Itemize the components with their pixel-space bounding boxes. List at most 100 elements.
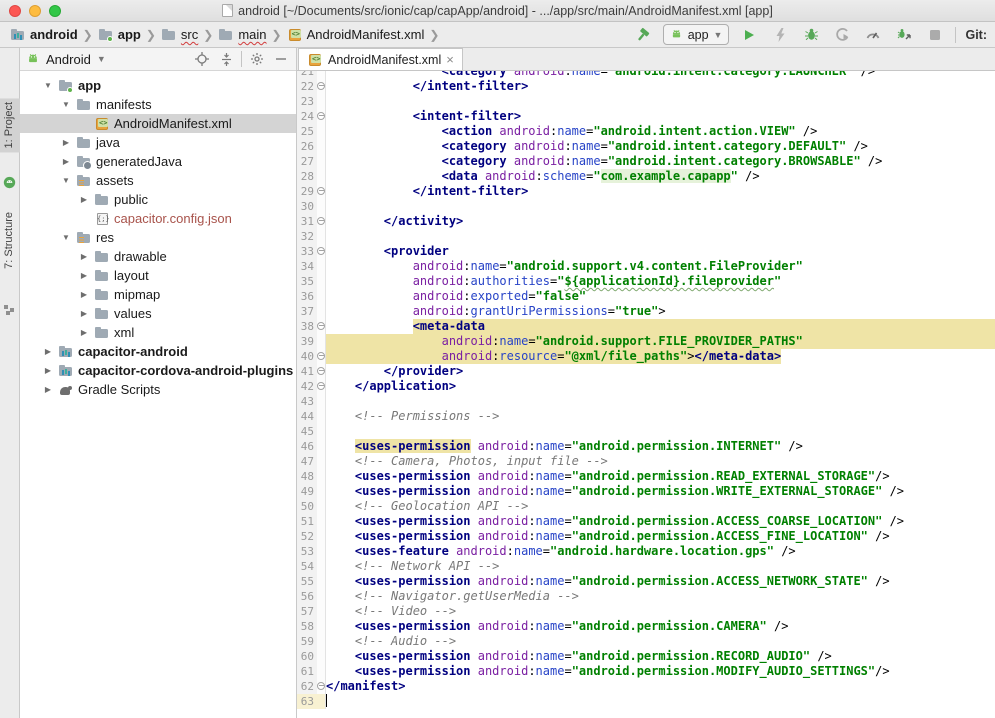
fold-marker-icon[interactable]: − <box>317 367 325 375</box>
code-line-54[interactable]: 54 <!-- Network API --> <box>297 559 995 574</box>
code-line-63[interactable]: 63 <box>297 694 995 709</box>
code-line-40[interactable]: 40− android:resource="@xml/file_paths"><… <box>297 349 995 364</box>
tree-expand-arrow-icon[interactable]: ▼ <box>42 81 54 90</box>
tree-item-capacitor-android[interactable]: ▶capacitor-android <box>20 342 296 361</box>
code-line-30[interactable]: 30 <box>297 199 995 214</box>
code-line-23[interactable]: 23 <box>297 94 995 109</box>
structure-tool-window-button[interactable]: 7: Structure <box>0 208 20 273</box>
profile-button[interactable] <box>831 25 853 45</box>
code-line-41[interactable]: 41− </provider> <box>297 364 995 379</box>
hide-panel-button[interactable] <box>272 50 290 68</box>
code-line-49[interactable]: 49 <uses-permission android:name="androi… <box>297 484 995 499</box>
breadcrumb-item-main[interactable]: main <box>216 26 268 44</box>
tree-expand-arrow-icon[interactable]: ▶ <box>42 347 54 356</box>
tree-expand-arrow-icon[interactable]: ▶ <box>78 309 90 318</box>
tree-expand-arrow-icon[interactable]: ▶ <box>78 252 90 261</box>
code-line-57[interactable]: 57 <!-- Video --> <box>297 604 995 619</box>
tree-item-assets[interactable]: ▼assets <box>20 171 296 190</box>
tree-item-xml[interactable]: ▶xml <box>20 323 296 342</box>
tree-item-java[interactable]: ▶java <box>20 133 296 152</box>
close-tab-icon[interactable]: × <box>446 53 454 66</box>
fold-marker-icon[interactable]: − <box>317 247 325 255</box>
code-line-58[interactable]: 58 <uses-permission android:name="androi… <box>297 619 995 634</box>
project-tool-window-button[interactable]: 1: Project <box>0 98 20 152</box>
tree-expand-arrow-icon[interactable]: ▼ <box>60 100 72 109</box>
tree-expand-arrow-icon[interactable]: ▼ <box>60 233 72 242</box>
profiler-button[interactable] <box>862 25 884 45</box>
code-line-27[interactable]: 27 <category android:name="android.inten… <box>297 154 995 169</box>
code-line-38[interactable]: 38− <meta-data <box>297 319 995 334</box>
code-line-29[interactable]: 29− </intent-filter> <box>297 184 995 199</box>
code-line-44[interactable]: 44 <!-- Permissions --> <box>297 409 995 424</box>
breadcrumb-item-android[interactable]: android <box>8 26 80 44</box>
fold-marker-icon[interactable]: − <box>317 382 325 390</box>
breadcrumb-item-app[interactable]: app <box>96 26 143 44</box>
breadcrumb-item-androidmanifest-xml[interactable]: AndroidManifest.xml <box>285 26 427 44</box>
attach-debugger-button[interactable] <box>893 25 915 45</box>
code-line-26[interactable]: 26 <category android:name="android.inten… <box>297 139 995 154</box>
fold-marker-icon[interactable]: − <box>317 187 325 195</box>
tree-item-gradle-scripts[interactable]: ▶Gradle Scripts <box>20 380 296 399</box>
code-line-59[interactable]: 59 <!-- Audio --> <box>297 634 995 649</box>
fold-marker-icon[interactable]: − <box>317 82 325 90</box>
fold-marker-icon[interactable]: − <box>317 217 325 225</box>
code-line-22[interactable]: 22− </intent-filter> <box>297 79 995 94</box>
debug-button[interactable] <box>800 25 822 45</box>
zoom-window-button[interactable] <box>49 5 61 17</box>
collapse-all-button[interactable] <box>217 50 235 68</box>
code-line-55[interactable]: 55 <uses-permission android:name="androi… <box>297 574 995 589</box>
tree-expand-arrow-icon[interactable]: ▶ <box>42 385 54 394</box>
code-line-24[interactable]: 24− <intent-filter> <box>297 109 995 124</box>
tree-expand-arrow-icon[interactable]: ▶ <box>42 366 54 375</box>
code-line-39[interactable]: 39 android:name="android.support.FILE_PR… <box>297 334 995 349</box>
locate-file-button[interactable] <box>193 50 211 68</box>
tree-item-manifests[interactable]: ▼manifests <box>20 95 296 114</box>
tree-item-drawable[interactable]: ▶drawable <box>20 247 296 266</box>
code-line-37[interactable]: 37 android:grantUriPermissions="true"> <box>297 304 995 319</box>
code-line-33[interactable]: 33− <provider <box>297 244 995 259</box>
tree-expand-arrow-icon[interactable]: ▶ <box>78 328 90 337</box>
build-button[interactable] <box>632 25 654 45</box>
tree-item-generatedjava[interactable]: ▶generatedJava <box>20 152 296 171</box>
code-line-36[interactable]: 36 android:exported="false" <box>297 289 995 304</box>
code-line-61[interactable]: 61 <uses-permission android:name="androi… <box>297 664 995 679</box>
tree-expand-arrow-icon[interactable]: ▶ <box>60 138 72 147</box>
code-line-45[interactable]: 45 <box>297 424 995 439</box>
tree-expand-arrow-icon[interactable]: ▼ <box>60 176 72 185</box>
tree-item-layout[interactable]: ▶layout <box>20 266 296 285</box>
tree-item-mipmap[interactable]: ▶mipmap <box>20 285 296 304</box>
code-line-50[interactable]: 50 <!-- Geolocation API --> <box>297 499 995 514</box>
code-line-53[interactable]: 53 <uses-feature android:name="android.h… <box>297 544 995 559</box>
code-line-51[interactable]: 51 <uses-permission android:name="androi… <box>297 514 995 529</box>
run-button[interactable] <box>738 25 760 45</box>
code-line-62[interactable]: 62−</manifest> <box>297 679 995 694</box>
tree-item-capacitor-cordova-android-plugins[interactable]: ▶capacitor-cordova-android-plugins <box>20 361 296 380</box>
stop-button[interactable] <box>924 25 946 45</box>
code-line-25[interactable]: 25 <action android:name="android.intent.… <box>297 124 995 139</box>
fold-marker-icon[interactable]: − <box>317 352 325 360</box>
tree-item-capacitor-config-json[interactable]: capacitor.config.json <box>20 209 296 228</box>
tree-item-res[interactable]: ▼res <box>20 228 296 247</box>
close-window-button[interactable] <box>9 5 21 17</box>
code-line-42[interactable]: 42− </application> <box>297 379 995 394</box>
code-editor[interactable]: 21 <category android:name="android.inten… <box>297 71 995 718</box>
project-view-select[interactable]: Android <box>46 52 91 67</box>
apply-changes-button[interactable] <box>769 25 791 45</box>
fold-marker-icon[interactable]: − <box>317 112 325 120</box>
code-line-32[interactable]: 32 <box>297 229 995 244</box>
fold-marker-icon[interactable]: − <box>317 682 325 690</box>
code-line-48[interactable]: 48 <uses-permission android:name="androi… <box>297 469 995 484</box>
code-line-46[interactable]: 46 <uses-permission android:name="androi… <box>297 439 995 454</box>
code-line-60[interactable]: 60 <uses-permission android:name="androi… <box>297 649 995 664</box>
tree-item-app[interactable]: ▼app <box>20 76 296 95</box>
code-line-52[interactable]: 52 <uses-permission android:name="androi… <box>297 529 995 544</box>
code-line-35[interactable]: 35 android:authorities="${applicationId}… <box>297 274 995 289</box>
run-configuration-select[interactable]: app ▼ <box>663 24 730 45</box>
tree-item-public[interactable]: ▶public <box>20 190 296 209</box>
gear-icon[interactable] <box>248 50 266 68</box>
tree-item-values[interactable]: ▶values <box>20 304 296 323</box>
tree-item-androidmanifest-xml[interactable]: AndroidManifest.xml <box>20 114 296 133</box>
code-line-31[interactable]: 31− </activity> <box>297 214 995 229</box>
code-line-21[interactable]: 21 <category android:name="android.inten… <box>297 71 995 79</box>
code-line-34[interactable]: 34 android:name="android.support.v4.cont… <box>297 259 995 274</box>
